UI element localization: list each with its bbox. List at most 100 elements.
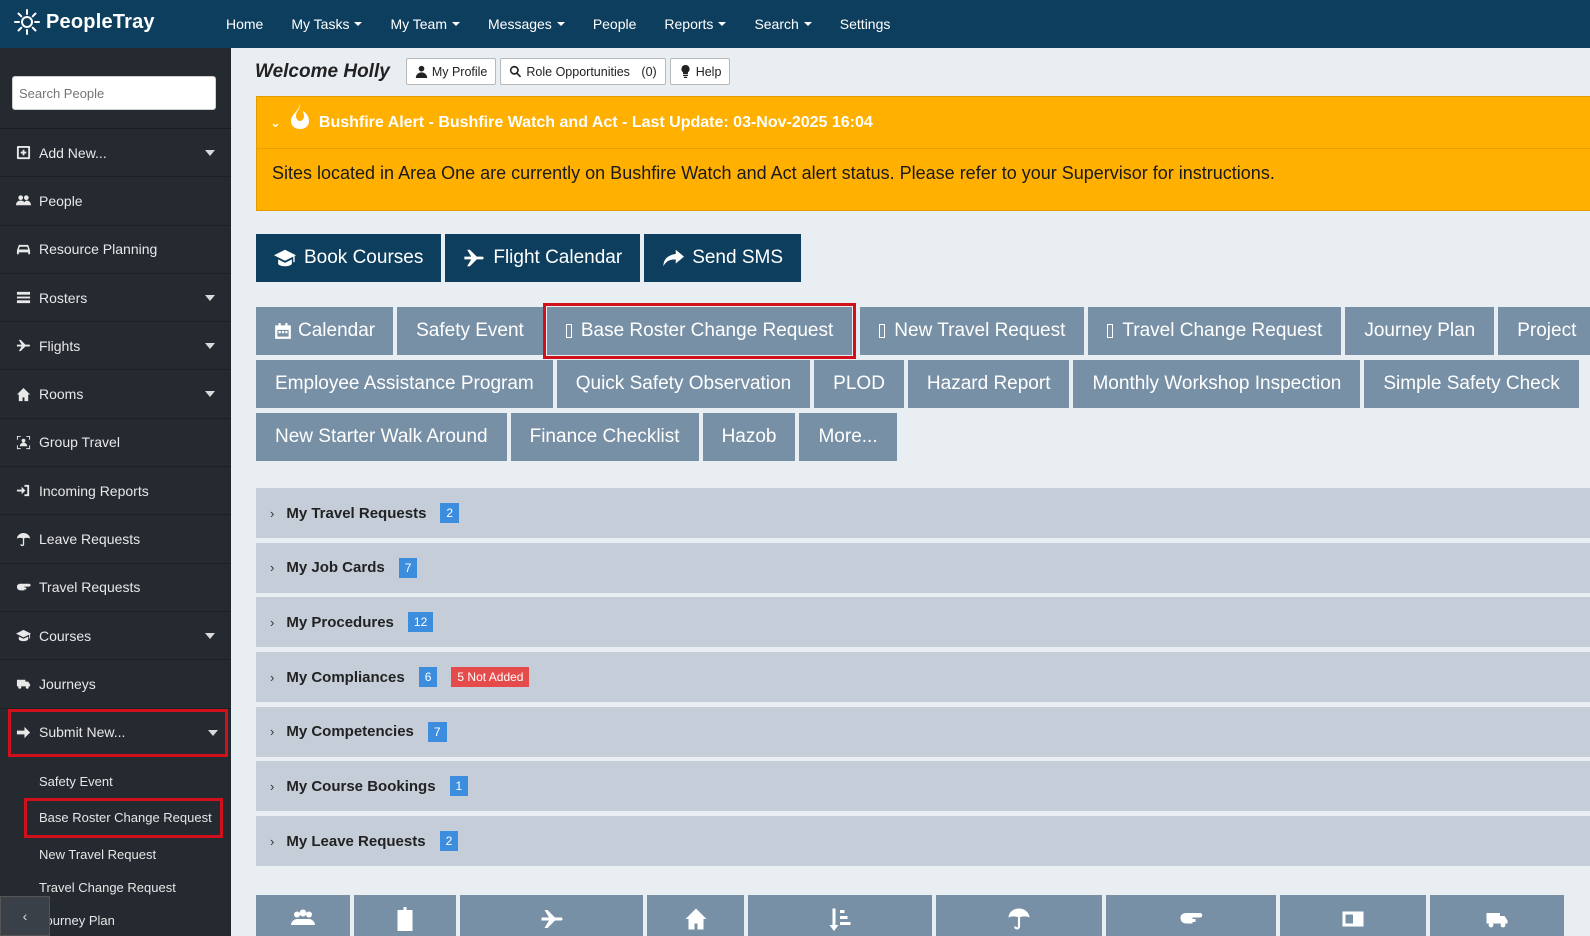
- caret-down-icon: [205, 391, 215, 398]
- tile-people[interactable]: [256, 895, 350, 936]
- tile-journeys[interactable]: [1430, 895, 1564, 936]
- form-new-starter-walk-around-button[interactable]: New Starter Walk Around: [256, 413, 507, 461]
- count-badge: 7: [427, 721, 447, 742]
- bottom-tiles: [256, 895, 1564, 936]
- group-icon: [14, 433, 32, 451]
- count-badge: 2: [439, 831, 459, 852]
- tile-id-badge[interactable]: [354, 895, 456, 936]
- form-simple-safety-check-button[interactable]: Simple Safety Check: [1364, 360, 1579, 408]
- tile-travel[interactable]: [1106, 895, 1276, 936]
- form-calendar-button[interactable]: Calendar: [256, 307, 394, 355]
- form-hazard-report-button[interactable]: Hazard Report: [907, 360, 1070, 408]
- form-project-button[interactable]: Project: [1498, 307, 1590, 355]
- panel-my-travel-requests[interactable]: › My Travel Requests 2: [256, 488, 1590, 538]
- form-row-3: New Starter Walk Around Finance Checklis…: [256, 413, 1590, 461]
- nav-people[interactable]: People: [579, 0, 651, 48]
- sidebar-item-courses[interactable]: Courses: [0, 612, 231, 661]
- help-button[interactable]: Help: [669, 58, 731, 85]
- sidebar-item-people[interactable]: People: [0, 177, 231, 226]
- sidebar-item-resource-planning[interactable]: Resource Planning: [0, 226, 231, 274]
- form-row-1: Calendar Safety Event Base Roster Change…: [256, 303, 1590, 359]
- form-travel-change-request-button[interactable]: Travel Change Request: [1088, 307, 1342, 355]
- search-people-input[interactable]: [12, 76, 216, 110]
- chevron-right-icon: ›: [270, 778, 275, 794]
- nav-home[interactable]: Home: [212, 0, 277, 48]
- send-sms-button[interactable]: Send SMS: [644, 234, 802, 282]
- panel-my-procedures[interactable]: › My Procedures 12: [256, 597, 1590, 648]
- sidebar-item-flights[interactable]: Flights: [0, 322, 231, 371]
- nav-settings[interactable]: Settings: [826, 0, 905, 48]
- count-badge: 7: [398, 557, 418, 578]
- chevron-down-icon: ⌄: [270, 114, 281, 130]
- form-hazob-button[interactable]: Hazob: [702, 413, 796, 461]
- tile-leave[interactable]: [936, 895, 1102, 936]
- calendar-icon: [275, 323, 291, 339]
- brand-name: PeopleTray: [46, 10, 155, 33]
- sidebar-item-travel-requests[interactable]: Travel Requests: [0, 564, 231, 612]
- count-badge: 1: [449, 776, 469, 797]
- caret-down-icon: [205, 294, 215, 301]
- panel-my-job-cards[interactable]: › My Job Cards 7: [256, 542, 1590, 593]
- count-badge: 12: [407, 612, 434, 633]
- form-base-roster-change-request-button[interactable]: Base Roster Change Request: [542, 303, 857, 359]
- bushfire-alert: ⌄ Bushfire Alert - Bushfire Watch and Ac…: [256, 96, 1590, 211]
- sidebar: Add New... People Resource Planning Rost…: [0, 48, 231, 936]
- nav-search[interactable]: Search: [740, 0, 825, 48]
- sidebar-search: [0, 48, 231, 129]
- nav-reports[interactable]: Reports: [650, 0, 740, 48]
- tile-rooms[interactable]: [647, 895, 744, 936]
- my-profile-button[interactable]: My Profile: [405, 58, 497, 85]
- flight-calendar-button[interactable]: Flight Calendar: [445, 234, 641, 282]
- sun-logo-icon: [14, 9, 40, 35]
- caret-down-icon: [205, 150, 215, 156]
- form-safety-event-button[interactable]: Safety Event: [397, 307, 543, 355]
- submenu-new-travel-request[interactable]: New Travel Request: [0, 838, 231, 871]
- form-journey-plan-button[interactable]: Journey Plan: [1345, 307, 1495, 355]
- form-employee-assistance-program-button[interactable]: Employee Assistance Program: [256, 360, 553, 408]
- panel-my-competencies[interactable]: › My Competencies 7: [256, 706, 1590, 757]
- submenu-safety-event[interactable]: Safety Event: [0, 765, 231, 798]
- panel-my-leave-requests[interactable]: › My Leave Requests 2: [256, 816, 1590, 867]
- placeholder-icon: [1107, 324, 1114, 338]
- book-courses-button[interactable]: Book Courses: [256, 234, 442, 282]
- placeholder-icon: [879, 324, 886, 338]
- panel-my-course-bookings[interactable]: › My Course Bookings 1: [256, 761, 1590, 812]
- chevron-right-icon: ›: [270, 505, 275, 521]
- form-new-travel-request-button[interactable]: New Travel Request: [860, 307, 1085, 355]
- hand-point-icon: [14, 578, 32, 596]
- nav-messages[interactable]: Messages: [474, 0, 579, 48]
- form-monthly-workshop-inspection-button[interactable]: Monthly Workshop Inspection: [1073, 360, 1361, 408]
- alert-header[interactable]: ⌄ Bushfire Alert - Bushfire Watch and Ac…: [257, 97, 1590, 149]
- sidebar-item-rosters[interactable]: Rosters: [0, 274, 231, 323]
- quick-actions: Book Courses Flight Calendar Send SMS: [256, 234, 802, 282]
- sign-in-icon: [14, 482, 32, 500]
- nav-my-tasks[interactable]: My Tasks: [277, 0, 376, 48]
- sidebar-collapse-button[interactable]: ‹: [0, 896, 50, 936]
- sidebar-item-add-new[interactable]: Add New...: [0, 129, 231, 178]
- panel-my-compliances[interactable]: › My Compliances 6 5 Not Added: [256, 652, 1590, 703]
- tile-id-card[interactable]: [1280, 895, 1426, 936]
- form-quick-safety-observation-button[interactable]: Quick Safety Observation: [556, 360, 811, 408]
- form-finance-checklist-button[interactable]: Finance Checklist: [510, 413, 699, 461]
- sidebar-item-submit-new[interactable]: Submit New...: [8, 708, 228, 757]
- caret-down-icon: [556, 22, 565, 26]
- users-icon: [291, 909, 315, 925]
- submenu-base-roster-change-request[interactable]: Base Roster Change Request: [24, 797, 223, 838]
- list-icon: [14, 289, 32, 307]
- tile-sort[interactable]: [748, 895, 932, 936]
- form-plod-button[interactable]: PLOD: [814, 360, 904, 408]
- chevron-right-icon: ›: [270, 614, 275, 630]
- users-icon: [14, 192, 32, 210]
- brand-logo[interactable]: PeopleTray: [14, 9, 155, 35]
- tile-flights[interactable]: [460, 895, 643, 936]
- form-more-button[interactable]: More...: [799, 413, 897, 461]
- role-opportunities-button[interactable]: Role Opportunities (0): [500, 58, 666, 85]
- sidebar-item-incoming-reports[interactable]: Incoming Reports: [0, 467, 231, 516]
- sidebar-item-journeys[interactable]: Journeys: [0, 660, 231, 709]
- sidebar-item-group-travel[interactable]: Group Travel: [0, 419, 231, 468]
- sidebar-item-leave-requests[interactable]: Leave Requests: [0, 515, 231, 564]
- id-card-icon: [1342, 911, 1364, 927]
- count-badge: 2: [440, 503, 460, 523]
- nav-my-team[interactable]: My Team: [376, 0, 474, 48]
- sidebar-item-rooms[interactable]: Rooms: [0, 370, 231, 419]
